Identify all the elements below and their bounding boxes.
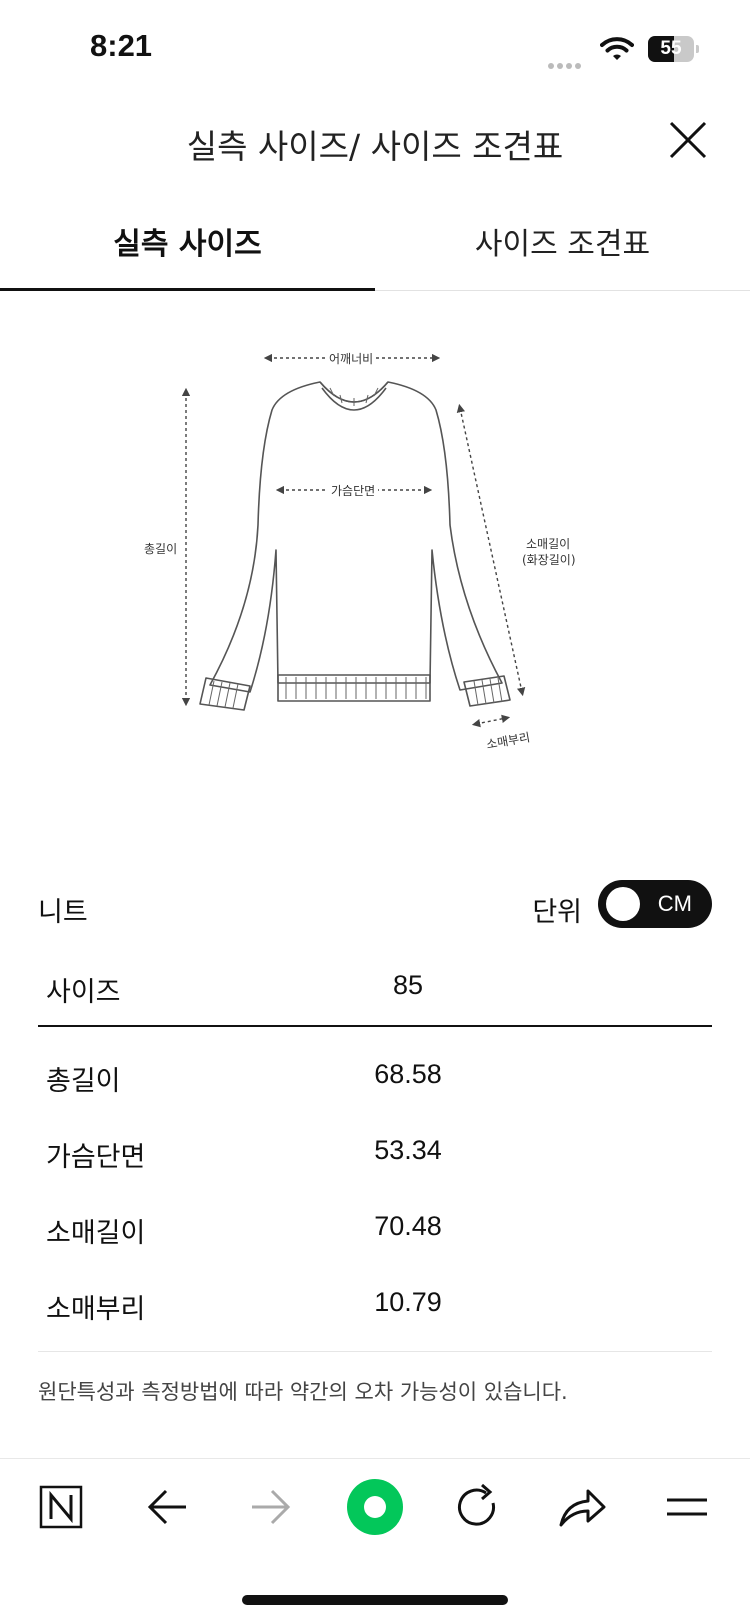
browser-toolbar <box>0 1458 750 1555</box>
share-icon <box>559 1489 606 1527</box>
green-dot-button[interactable] <box>330 1459 420 1555</box>
refresh-icon <box>458 1483 495 1526</box>
row-value: 68.58 <box>374 1059 442 1089</box>
row-label: 가슴단면 <box>46 1142 146 1173</box>
page-title: 실측 사이즈/ 사이즈 조견표 <box>186 127 564 166</box>
naver-n-icon <box>39 1485 83 1529</box>
label-shoulder: 어깨너비 <box>326 350 377 367</box>
table-row: 소매부리 10.79 <box>38 1265 712 1341</box>
header-size-label: 사이즈 <box>46 977 121 1008</box>
tab-bar: 실측 사이즈 사이즈 조견표 <box>0 200 750 291</box>
green-dot-icon <box>347 1479 403 1535</box>
toggle-knob <box>606 887 640 921</box>
label-sleeve: 소매길이 <box>526 537 571 551</box>
product-unit-row: 니트 단위 CM <box>38 880 712 940</box>
table-body: 총길이 68.58 가슴단면 53.34 소매길이 70.48 소매부리 10.… <box>38 1027 712 1352</box>
row-label: 소매부리 <box>46 1294 146 1325</box>
label-chest: 가슴단면 <box>328 482 379 499</box>
table-row: 가슴단면 53.34 <box>38 1113 712 1189</box>
naver-home-button[interactable] <box>16 1459 106 1555</box>
row-value: 70.48 <box>374 1211 442 1241</box>
forward-arrow-icon <box>252 1489 291 1525</box>
row-value: 53.34 <box>374 1135 442 1165</box>
table-header: 사이즈 85 <box>38 950 712 1027</box>
table-row: 소매길이 70.48 <box>38 1189 712 1265</box>
table-row: 총길이 68.58 <box>38 1037 712 1113</box>
close-button[interactable] <box>668 120 708 160</box>
header-size-value: 85 <box>392 970 424 1000</box>
signal-icon <box>548 54 584 73</box>
unit-value: CM <box>657 891 692 916</box>
label-sleeve-alt: (화장길이) <box>522 553 576 567</box>
size-table: 사이즈 85 총길이 68.58 가슴단면 53.34 소매길이 70.48 소… <box>38 950 712 1352</box>
battery-icon: 55 <box>648 36 700 62</box>
tab-size-chart[interactable]: 사이즈 조견표 <box>375 200 750 290</box>
status-time: 8:21 <box>90 28 153 63</box>
back-arrow-icon <box>147 1489 186 1525</box>
tab-measured-size[interactable]: 실측 사이즈 <box>0 200 375 290</box>
label-length: 총길이 <box>144 542 178 556</box>
active-tab-indicator <box>0 288 375 291</box>
refresh-button[interactable] <box>432 1459 522 1555</box>
menu-button[interactable] <box>642 1459 732 1555</box>
row-label: 총길이 <box>46 1066 121 1097</box>
wifi-icon <box>600 36 634 66</box>
modal-header: 실측 사이즈/ 사이즈 조견표 <box>0 100 750 190</box>
battery-level: 55 <box>660 38 682 59</box>
unit-toggle[interactable]: CM <box>598 880 712 928</box>
row-label: 소매길이 <box>46 1218 146 1249</box>
home-indicator <box>242 1595 508 1605</box>
close-icon <box>669 121 707 159</box>
status-bar: 8:21 55 <box>0 0 750 100</box>
forward-button[interactable] <box>226 1459 316 1555</box>
row-value: 10.79 <box>374 1287 442 1317</box>
menu-icon <box>667 1498 707 1516</box>
unit-label: 단위 <box>532 897 582 928</box>
share-button[interactable] <box>536 1459 626 1555</box>
sweater-diagram: 어깨너비 가슴단면 총길이 소매길이 (화장길이) 소매부리 <box>130 350 600 780</box>
back-button[interactable] <box>122 1459 212 1555</box>
product-name: 니트 <box>38 897 88 928</box>
measurement-note: 원단특성과 측정방법에 따라 약간의 오차 가능성이 있습니다. <box>38 1380 568 1404</box>
